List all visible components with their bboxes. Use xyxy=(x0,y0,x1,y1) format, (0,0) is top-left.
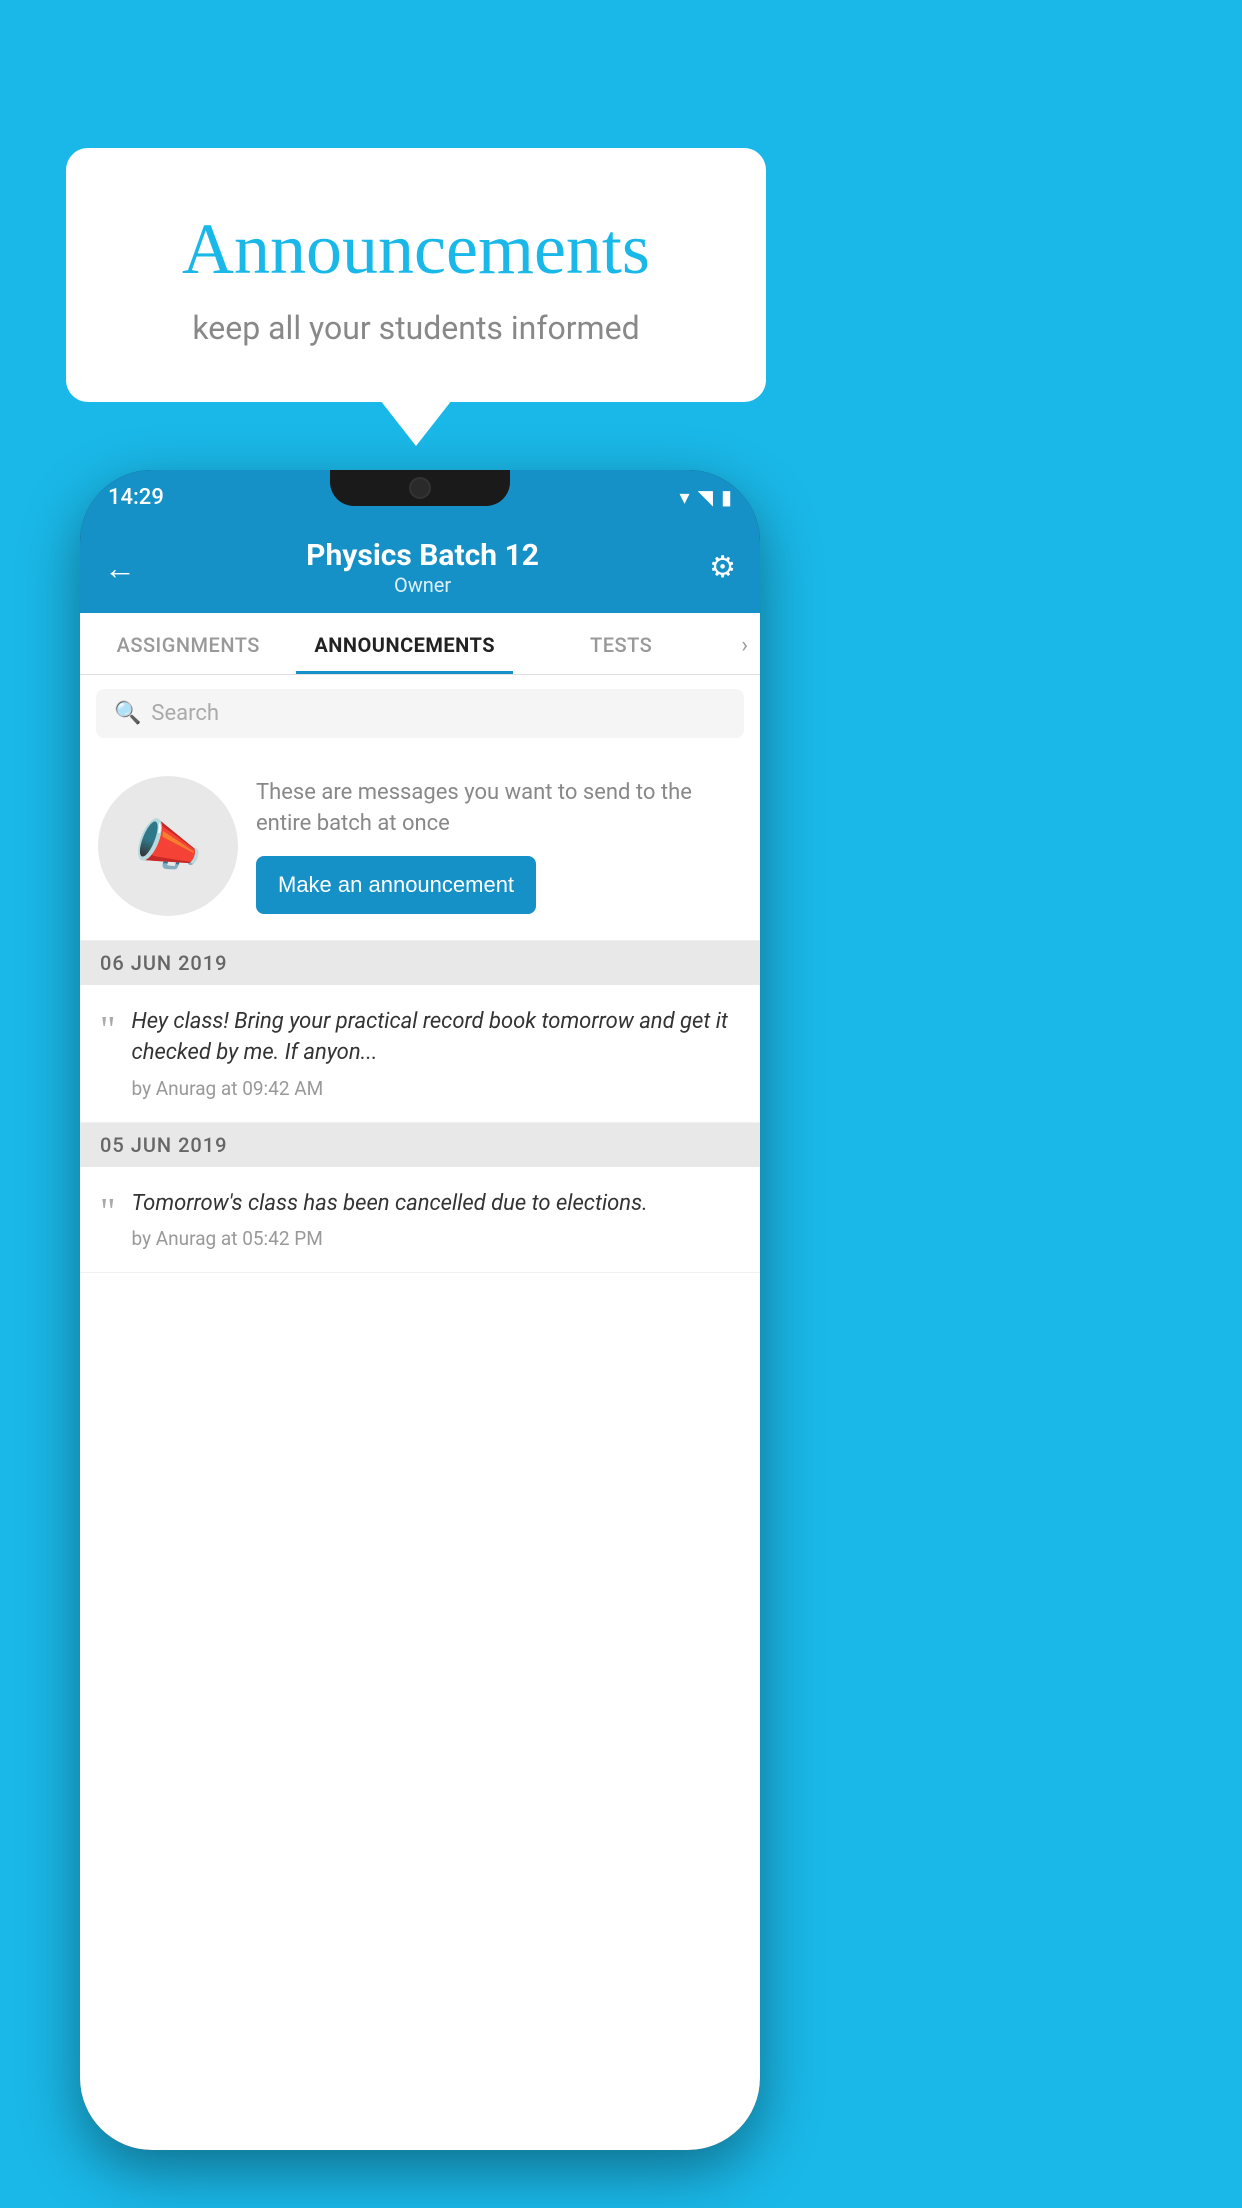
status-time: 14:29 xyxy=(108,485,164,510)
promo-description: These are messages you want to send to t… xyxy=(256,778,742,840)
date-header-1: 06 JUN 2019 xyxy=(80,941,760,985)
search-placeholder: Search xyxy=(151,701,219,726)
announcement-text-2: Tomorrow's class has been cancelled due … xyxy=(132,1189,740,1251)
phone-body: 14:29 ▾ ◥ ▮ ← Physics Batch 12 Owner ⚙ A… xyxy=(80,470,760,2150)
tab-assignments[interactable]: ASSIGNMENTS xyxy=(80,613,296,674)
search-bar[interactable]: 🔍 Search xyxy=(96,689,744,738)
status-icons: ▾ ◥ ▮ xyxy=(680,485,732,509)
tabs-bar: ASSIGNMENTS ANNOUNCEMENTS TESTS › xyxy=(80,613,760,675)
wifi-icon: ▾ xyxy=(680,485,690,509)
phone-camera xyxy=(409,477,431,499)
announcement-promo: 📣 These are messages you want to send to… xyxy=(80,752,760,941)
tab-more[interactable]: › xyxy=(729,613,760,674)
announcement-meta-2: by Anurag at 05:42 PM xyxy=(132,1227,740,1250)
date-header-2: 05 JUN 2019 xyxy=(80,1123,760,1167)
announcement-message-1: Hey class! Bring your practical record b… xyxy=(132,1007,740,1069)
signal-icon: ◥ xyxy=(698,485,713,509)
quote-icon-1: " xyxy=(100,1011,116,1049)
header-subtitle: Owner xyxy=(136,573,709,597)
phone-wrapper: 14:29 ▾ ◥ ▮ ← Physics Batch 12 Owner ⚙ A… xyxy=(80,470,760,2150)
battery-icon: ▮ xyxy=(721,485,732,509)
make-announcement-button[interactable]: Make an announcement xyxy=(256,856,536,914)
speech-bubble-subtitle: keep all your students informed xyxy=(116,309,716,347)
search-bar-container: 🔍 Search xyxy=(80,675,760,752)
announcement-text-1: Hey class! Bring your practical record b… xyxy=(132,1007,740,1100)
app-header: ← Physics Batch 12 Owner ⚙ xyxy=(80,524,760,613)
phone-notch xyxy=(330,470,510,506)
header-title-block: Physics Batch 12 Owner xyxy=(136,538,709,597)
header-title: Physics Batch 12 xyxy=(136,538,709,573)
speech-bubble-title: Announcements xyxy=(116,208,716,291)
back-button[interactable]: ← xyxy=(104,549,136,587)
phone-screen: ASSIGNMENTS ANNOUNCEMENTS TESTS › 🔍 Sear… xyxy=(80,613,760,2150)
announcement-meta-1: by Anurag at 09:42 AM xyxy=(132,1077,740,1100)
date-text-1: 06 JUN 2019 xyxy=(100,951,228,975)
quote-icon-2: " xyxy=(100,1193,116,1231)
tab-announcements[interactable]: ANNOUNCEMENTS xyxy=(296,613,512,674)
date-text-2: 05 JUN 2019 xyxy=(100,1133,228,1157)
gear-icon[interactable]: ⚙ xyxy=(709,550,736,585)
speech-bubble: Announcements keep all your students inf… xyxy=(66,148,766,402)
speech-bubble-container: Announcements keep all your students inf… xyxy=(66,148,766,402)
announcement-item-2[interactable]: " Tomorrow's class has been cancelled du… xyxy=(80,1167,760,1274)
promo-icon-circle: 📣 xyxy=(98,776,238,916)
announcement-item-1[interactable]: " Hey class! Bring your practical record… xyxy=(80,985,760,1123)
promo-text-block: These are messages you want to send to t… xyxy=(256,778,742,914)
tab-tests[interactable]: TESTS xyxy=(513,613,729,674)
search-icon: 🔍 xyxy=(114,701,141,726)
announcement-message-2: Tomorrow's class has been cancelled due … xyxy=(132,1189,740,1220)
megaphone-icon: 📣 xyxy=(134,814,202,878)
